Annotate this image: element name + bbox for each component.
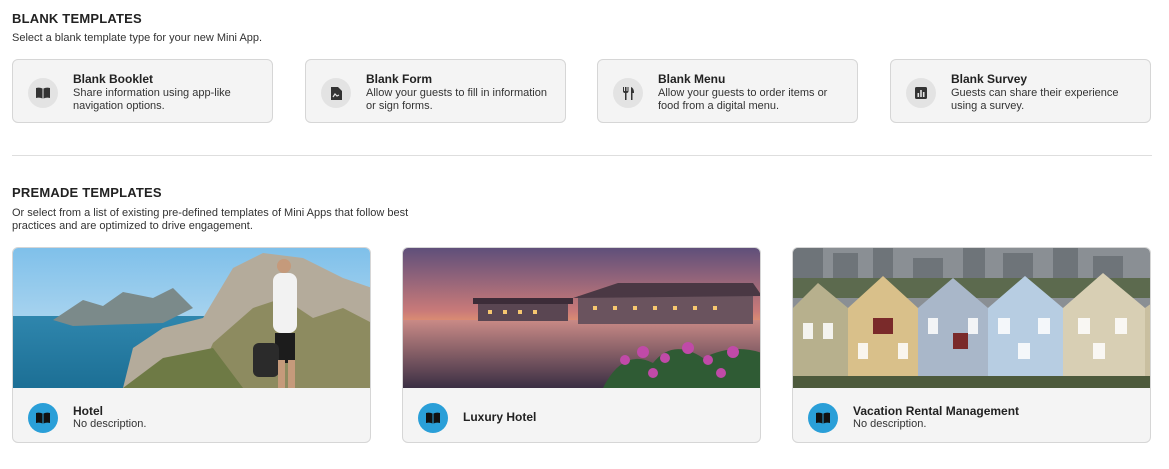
blank-menu-card[interactable]: Blank Menu Allow your guests to order it… [597,59,858,123]
premade-templates-description: Or select from a list of existing pre-de… [12,207,409,232]
hiker-coast-photo [13,248,370,388]
utensils-icon [613,78,643,108]
blank-templates-description: Select a blank template type for your ne… [12,32,263,44]
card-description: No description. [73,418,147,430]
form-icon [321,78,351,108]
vacation-rental-template-card[interactable]: Vacation Rental Management No descriptio… [792,247,1151,443]
chart-icon [906,78,936,108]
blank-survey-card[interactable]: Blank Survey Guests can share their expe… [890,59,1151,123]
luxury-hotel-template-card[interactable]: Luxury Hotel [402,247,761,443]
blank-templates-heading: BLANK TEMPLATES [12,11,142,26]
card-title: Blank Survey [951,72,1028,86]
card-title: Blank Booklet [73,72,154,86]
book-icon [418,403,448,433]
card-description: No description. [853,418,927,430]
card-description: Allow your guests to fill in information… [366,87,547,112]
card-description: Guests can share their experience using … [951,87,1119,112]
card-description: Allow your guests to order items or food… [658,87,828,112]
victorian-houses-photo [793,248,1150,388]
waterfront-resort-sunset-photo [403,248,760,388]
book-icon [28,403,58,433]
card-description: Share information using app-like navigat… [73,87,231,112]
card-title: Luxury Hotel [463,410,537,424]
book-icon [808,403,838,433]
premade-templates-heading: PREMADE TEMPLATES [12,185,162,200]
blank-form-card[interactable]: Blank Form Allow your guests to fill in … [305,59,566,123]
card-title: Vacation Rental Management [853,404,1020,418]
book-icon [28,78,58,108]
card-title: Blank Menu [658,72,726,86]
card-title: Blank Form [366,72,433,86]
section-divider [12,155,1152,156]
hotel-template-card[interactable]: Hotel No description. [12,247,371,443]
blank-booklet-card[interactable]: Blank Booklet Share information using ap… [12,59,273,123]
card-title: Hotel [73,404,103,418]
